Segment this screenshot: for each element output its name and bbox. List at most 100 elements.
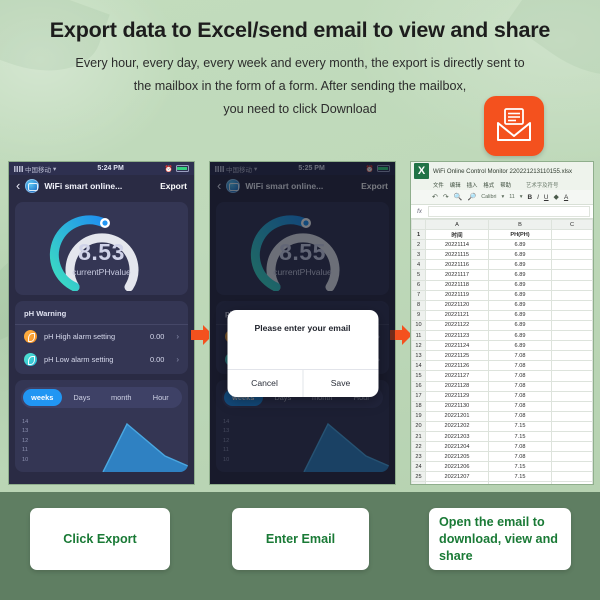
- table-row[interactable]: 7 20221119 6.89: [411, 289, 593, 301]
- fill-color-icon[interactable]: ◆: [554, 193, 559, 201]
- cell-empty[interactable]: [551, 400, 593, 412]
- export-button[interactable]: Export: [160, 181, 187, 191]
- row-header[interactable]: 16: [411, 380, 426, 392]
- cell-ph[interactable]: 7.15: [488, 430, 552, 443]
- tab-weeks[interactable]: weeks: [23, 389, 62, 406]
- zoom-in-icon[interactable]: 🔎: [467, 193, 476, 201]
- cell-ph[interactable]: 7.08: [488, 350, 552, 362]
- cell-ph[interactable]: 6.89: [488, 299, 552, 311]
- cell-empty[interactable]: [551, 360, 593, 372]
- cell-ph[interactable]: 6.89: [488, 249, 552, 261]
- cell-date[interactable]: 20221118: [425, 279, 489, 291]
- table-row[interactable]: 18 20221130 7.08: [411, 400, 593, 412]
- save-button[interactable]: Save: [303, 370, 378, 397]
- cell-date[interactable]: 20221205: [425, 451, 489, 463]
- cell-empty[interactable]: [551, 319, 593, 332]
- menu-format[interactable]: 格式: [483, 181, 494, 189]
- italic-button[interactable]: I: [537, 194, 539, 201]
- row-header[interactable]: 5: [411, 269, 426, 281]
- row-header[interactable]: 15: [411, 370, 426, 382]
- row-header[interactable]: 13: [411, 350, 426, 362]
- cell-ph[interactable]: 6.89: [488, 289, 552, 301]
- cell-ph[interactable]: 6.89: [488, 309, 552, 321]
- cell-empty[interactable]: [551, 370, 593, 382]
- cell-date[interactable]: 20221128: [425, 380, 489, 392]
- cell-date[interactable]: 20221120: [425, 299, 489, 311]
- export-button[interactable]: Export: [361, 181, 388, 191]
- table-row[interactable]: 5 20221117 6.89: [411, 269, 593, 281]
- cell-ph[interactable]: 6.89: [488, 259, 552, 271]
- row-header[interactable]: 8: [411, 299, 426, 311]
- row-header[interactable]: 7: [411, 289, 426, 301]
- cell-empty[interactable]: [551, 471, 593, 483]
- menu-help[interactable]: 帮助: [500, 181, 511, 189]
- column-header-b[interactable]: B: [488, 218, 552, 231]
- table-row[interactable]: 12 20221124 6.89: [411, 340, 593, 352]
- cell-empty[interactable]: [551, 229, 593, 241]
- cell-date[interactable]: 20221121: [425, 309, 489, 321]
- ph-low-alarm-row[interactable]: pH Low alarm setting 0.00 ›: [15, 348, 188, 371]
- table-row[interactable]: 11 20221123 6.89: [411, 330, 593, 342]
- cell-ph[interactable]: 7.08: [488, 400, 552, 412]
- cell-ph[interactable]: 6.89: [488, 239, 552, 251]
- row-header[interactable]: 21: [411, 430, 426, 443]
- cell-empty[interactable]: [551, 340, 593, 352]
- cell-empty[interactable]: [551, 390, 593, 402]
- row-header[interactable]: 20: [411, 420, 426, 432]
- cell-ph[interactable]: 6.89: [488, 269, 552, 281]
- bold-button[interactable]: B: [528, 194, 533, 201]
- row-header[interactable]: 10: [411, 319, 426, 332]
- menu-edit[interactable]: 编辑: [450, 181, 461, 189]
- cell-empty[interactable]: [551, 259, 593, 271]
- cell-ph[interactable]: 7.15: [488, 481, 552, 484]
- table-row[interactable]: 16 20221128 7.08: [411, 380, 593, 392]
- tab-days[interactable]: Days: [63, 389, 102, 406]
- table-row[interactable]: 20 20221202 7.15: [411, 420, 593, 432]
- cell-empty[interactable]: [551, 481, 593, 484]
- cell-empty[interactable]: [551, 461, 593, 473]
- cell-date[interactable]: 20221127: [425, 370, 489, 382]
- cell-ph[interactable]: 7.08: [488, 390, 552, 402]
- cell-date[interactable]: 20221204: [425, 441, 489, 453]
- font-name-select[interactable]: Calibri: [481, 194, 496, 200]
- cell-date[interactable]: 20221208: [425, 481, 489, 484]
- chevron-down-icon[interactable]: ▾: [501, 194, 504, 200]
- cell-empty[interactable]: [551, 430, 593, 443]
- cell-date[interactable]: 20221116: [425, 259, 489, 271]
- table-row[interactable]: 10 20221122 6.89: [411, 319, 593, 332]
- table-row[interactable]: 6 20221118 6.89: [411, 279, 593, 291]
- cell-ph[interactable]: 7.08: [488, 441, 552, 453]
- cell-empty[interactable]: [551, 380, 593, 392]
- menu-file[interactable]: 文件: [433, 181, 444, 189]
- cell-empty[interactable]: [551, 330, 593, 342]
- cell-date[interactable]: 20221126: [425, 360, 489, 372]
- table-row[interactable]: 13 20221125 7.08: [411, 350, 593, 362]
- cell-ph[interactable]: 6.89: [488, 279, 552, 291]
- row-header[interactable]: 24: [411, 461, 426, 473]
- row-header[interactable]: 6: [411, 279, 426, 291]
- cell-date[interactable]: 20221130: [425, 400, 489, 412]
- cell-date[interactable]: 20221125: [425, 350, 489, 362]
- column-header-a[interactable]: A: [425, 218, 489, 231]
- cell-ph[interactable]: 7.15: [488, 471, 552, 483]
- font-color-button[interactable]: A: [564, 194, 568, 201]
- row-header[interactable]: 4: [411, 259, 426, 271]
- table-row[interactable]: 14 20221126 7.08: [411, 360, 593, 372]
- row-header[interactable]: 12: [411, 340, 426, 352]
- table-row[interactable]: 26202212087.15: [411, 481, 593, 484]
- cell-empty[interactable]: [551, 289, 593, 301]
- ph-high-alarm-row[interactable]: pH High alarm setting 0.00 ›: [15, 325, 188, 348]
- table-row[interactable]: 1 时间 PH(PH): [411, 229, 593, 241]
- cell-ph[interactable]: 6.89: [488, 319, 552, 332]
- cell-ph[interactable]: 6.89: [488, 340, 552, 352]
- row-header[interactable]: 25: [411, 471, 426, 483]
- cell-empty[interactable]: [551, 299, 593, 311]
- table-row[interactable]: 22 20221204 7.08: [411, 441, 593, 453]
- cell-empty[interactable]: [551, 309, 593, 321]
- formula-input[interactable]: [428, 206, 590, 217]
- table-row[interactable]: 21 20221203 7.15: [411, 430, 593, 443]
- table-row[interactable]: 3 20221115 6.89: [411, 249, 593, 261]
- cell-ph[interactable]: PH(PH): [488, 229, 552, 241]
- cell-ph[interactable]: 7.15: [488, 420, 552, 432]
- row-header[interactable]: 19: [411, 410, 426, 422]
